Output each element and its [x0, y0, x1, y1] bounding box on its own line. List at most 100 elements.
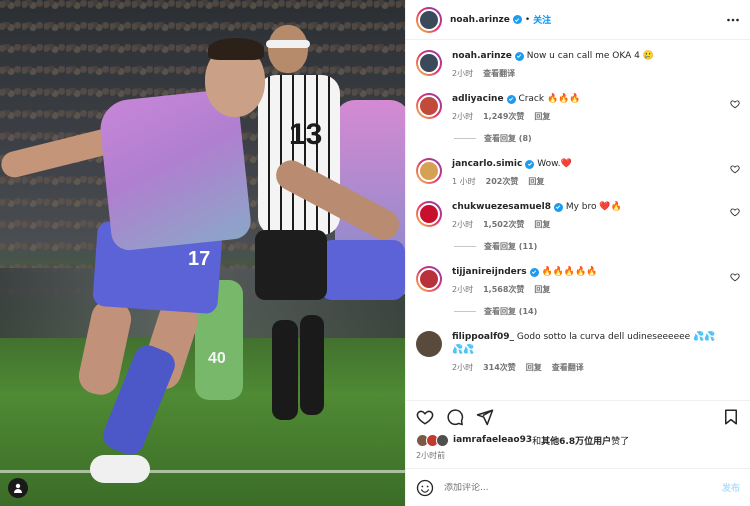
view-replies-button[interactable]: 查看回复 (8): [454, 133, 740, 144]
opponent-sock: [272, 320, 298, 420]
commenter-username[interactable]: filippoalf09_: [452, 332, 514, 342]
commenter-username[interactable]: tijjanireijnders: [452, 267, 527, 277]
comment-item: jancarlo.simic Wow.❤️ 1 小时 202次赞 回复: [416, 158, 740, 187]
verified-badge-icon: [525, 159, 535, 169]
likes-suffix: 赞了: [611, 436, 630, 447]
add-comment-bar: 发布: [406, 468, 750, 506]
comment-body: adliyacine Crack 🔥🔥🔥 2小时 1,249次赞 回复: [452, 93, 740, 122]
comment-body: tijjanireijnders 🔥🔥🔥🔥🔥 2小时 1,568次赞 回复: [452, 266, 740, 295]
like-comment-heart-icon[interactable]: [730, 99, 740, 109]
author-avatar[interactable]: [416, 6, 442, 33]
likes-summary: iamrafaeleao93 和其他6.8万位用户 赞了: [406, 432, 750, 448]
comment-meta: 1 小时 202次赞 回复: [452, 176, 722, 187]
comment-body: chukwuezesamuel8 My bro ❤️🔥 2小时 1,502次赞 …: [452, 201, 740, 230]
comment-time[interactable]: 2小时: [452, 284, 473, 295]
reply-button[interactable]: 回复: [534, 284, 550, 295]
comments-list[interactable]: noah.arinze Now u can call me OKA 4 🥲 2小…: [406, 40, 750, 400]
comment-likes-count[interactable]: 1,249次赞: [483, 111, 524, 122]
comment-likes-count[interactable]: 1,568次赞: [483, 284, 524, 295]
share-paper-plane-icon[interactable]: [476, 408, 494, 426]
caption-text: Now u can call me OKA 4 🥲: [526, 51, 654, 61]
commenter-avatar[interactable]: [416, 266, 442, 292]
comment-line: tijjanireijnders 🔥🔥🔥🔥🔥: [452, 266, 722, 279]
verified-badge-icon: [529, 267, 539, 277]
commenter-username[interactable]: adliyacine: [452, 94, 504, 104]
opponent-shorts: [255, 230, 327, 300]
comment-item: filippoalf09_ Godo sotto la curva dell u…: [416, 331, 740, 373]
comment-likes-count[interactable]: 202次赞: [486, 176, 519, 187]
like-comment-heart-icon[interactable]: [730, 272, 740, 282]
comment-body: filippoalf09_ Godo sotto la curva dell u…: [452, 331, 740, 373]
replies-divider: [454, 246, 476, 247]
comment-bubble-icon[interactable]: [446, 408, 464, 426]
comment-item: tijjanireijnders 🔥🔥🔥🔥🔥 2小时 1,568次赞 回复: [416, 266, 740, 295]
comment-item: adliyacine Crack 🔥🔥🔥 2小时 1,249次赞 回复: [416, 93, 740, 122]
tagged-users-icon[interactable]: [8, 478, 28, 498]
comment-time[interactable]: 2小时: [452, 111, 473, 122]
view-replies-label[interactable]: 查看回复 (11): [484, 241, 537, 252]
opponent-head: [268, 25, 308, 73]
comment-line: jancarlo.simic Wow.❤️: [452, 158, 722, 171]
emoji-icon[interactable]: [416, 479, 434, 497]
comment-body: jancarlo.simic Wow.❤️ 1 小时 202次赞 回复: [452, 158, 740, 187]
caption-line: noah.arinze Now u can call me OKA 4 🥲: [452, 50, 722, 63]
post-photo[interactable]: 40 13 17: [0, 0, 405, 506]
commenter-username[interactable]: jancarlo.simic: [452, 159, 522, 169]
comment-line: filippoalf09_ Godo sotto la curva dell u…: [452, 331, 722, 357]
liker-avatar: [436, 433, 449, 447]
comment-input[interactable]: [444, 482, 722, 493]
comment-likes-count[interactable]: 314次赞: [483, 362, 516, 373]
reply-button[interactable]: 回复: [534, 111, 550, 122]
see-translation-button[interactable]: 查看翻译: [552, 362, 584, 373]
like-comment-heart-icon[interactable]: [730, 164, 740, 174]
liker-username[interactable]: iamrafaeleao93: [453, 435, 532, 445]
teammate-shorts: [320, 240, 405, 300]
comment-meta: 2小时 1,568次赞 回复: [452, 284, 722, 295]
commenter-avatar[interactable]: [416, 93, 442, 119]
view-replies-button[interactable]: 查看回复 (14): [454, 306, 740, 317]
comment-time[interactable]: 2小时: [452, 219, 473, 230]
liker-avatars[interactable]: [416, 433, 449, 447]
post-timestamp[interactable]: 2小时前: [406, 448, 750, 462]
caption-username[interactable]: noah.arinze: [452, 51, 512, 61]
see-translation-button[interactable]: 查看翻译: [483, 68, 515, 79]
view-replies-label[interactable]: 查看回复 (8): [484, 133, 532, 144]
comment-line: adliyacine Crack 🔥🔥🔥: [452, 93, 722, 106]
comment-text: My bro ❤️🔥: [565, 202, 622, 212]
view-replies-button[interactable]: 查看回复 (11): [454, 241, 740, 252]
reply-button[interactable]: 回复: [526, 362, 542, 373]
commenter-avatar[interactable]: [416, 201, 442, 227]
comment-time[interactable]: 1 小时: [452, 176, 476, 187]
caption-time[interactable]: 2小时: [452, 68, 473, 79]
bookmark-icon[interactable]: [722, 408, 740, 426]
opponent-headband: [266, 40, 310, 48]
replies-divider: [454, 138, 476, 139]
verified-badge-icon: [514, 51, 524, 61]
reply-button[interactable]: 回复: [528, 176, 544, 187]
player-boot: [90, 455, 150, 483]
commenter-avatar[interactable]: [416, 331, 442, 357]
author-username[interactable]: noah.arinze: [450, 15, 510, 25]
author-avatar[interactable]: [416, 50, 442, 76]
instagram-post-modal: 40 13 17 noah.arinze • 关注 noah.arinze No…: [0, 0, 750, 506]
opponent-number: 13: [289, 118, 323, 151]
comment-likes-count[interactable]: 1,502次赞: [483, 219, 524, 230]
like-heart-icon[interactable]: [416, 408, 434, 426]
green-player-number: 40: [208, 350, 226, 367]
commenter-username[interactable]: chukwuezesamuel8: [452, 202, 551, 212]
post-header: noah.arinze • 关注: [406, 0, 750, 40]
comment-meta: 2小时 314次赞 回复 查看翻译: [452, 362, 722, 373]
view-replies-label[interactable]: 查看回复 (14): [484, 306, 537, 317]
post-comment-button[interactable]: 发布: [722, 481, 740, 494]
like-comment-heart-icon[interactable]: [730, 207, 740, 217]
commenter-avatar[interactable]: [416, 158, 442, 184]
comment-time[interactable]: 2小时: [452, 362, 473, 373]
follow-button[interactable]: 关注: [533, 13, 551, 26]
comment-meta: 2小时 1,249次赞 回复: [452, 111, 722, 122]
opponent-sock: [300, 315, 324, 415]
post-actions-bar: [406, 400, 750, 432]
comment-text: Crack 🔥🔥🔥: [518, 94, 581, 104]
likes-others-link[interactable]: 其他6.8万位用户: [541, 434, 611, 447]
more-options-icon[interactable]: [726, 13, 740, 27]
reply-button[interactable]: 回复: [534, 219, 550, 230]
